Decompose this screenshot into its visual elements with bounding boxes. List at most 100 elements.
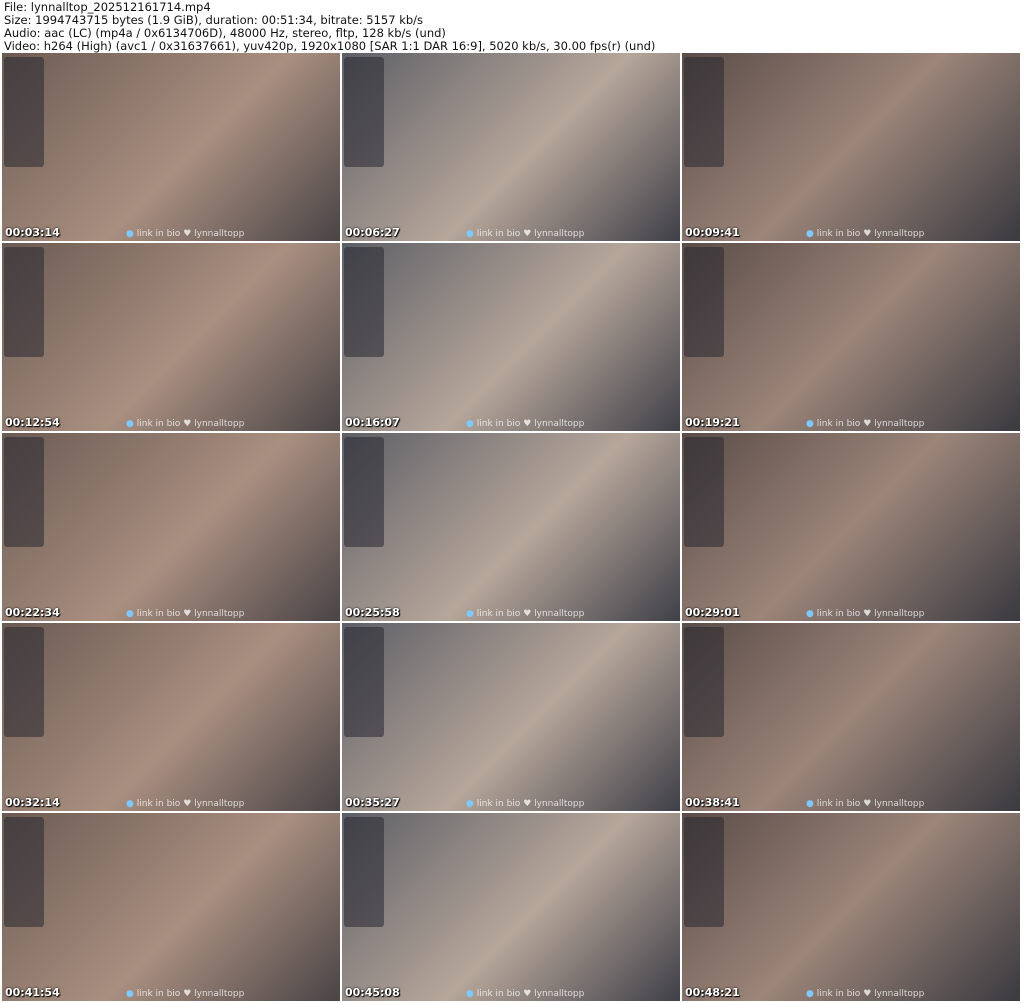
watermark: ● link in bio ♥ lynnalltopp: [126, 609, 244, 619]
heart-icon: ♥: [523, 419, 532, 429]
heart-icon: ♥: [183, 989, 192, 999]
watermark-handle: lynnalltopp: [194, 609, 245, 619]
watermark-link: link in bio: [136, 229, 181, 239]
link-icon: ●: [126, 609, 134, 619]
timestamp: 00:19:21: [685, 416, 740, 429]
watermark: ● link in bio ♥ lynnalltopp: [806, 419, 924, 429]
watermark-link: link in bio: [476, 609, 521, 619]
overlay-panel: [344, 437, 384, 547]
link-icon: ●: [806, 799, 814, 809]
link-icon: ●: [466, 989, 474, 999]
video-thumbnail: 00:19:21 ● link in bio ♥ lynnalltopp: [682, 243, 1020, 431]
watermark-link: link in bio: [136, 419, 181, 429]
watermark: ● link in bio ♥ lynnalltopp: [466, 989, 584, 999]
timestamp: 00:03:14: [5, 226, 60, 239]
watermark: ● link in bio ♥ lynnalltopp: [126, 989, 244, 999]
timestamp: 00:38:41: [685, 796, 740, 809]
heart-icon: ♥: [183, 229, 192, 239]
watermark: ● link in bio ♥ lynnalltopp: [806, 609, 924, 619]
watermark-link: link in bio: [816, 609, 861, 619]
heart-icon: ♥: [863, 799, 872, 809]
overlay-panel: [4, 437, 44, 547]
watermark: ● link in bio ♥ lynnalltopp: [806, 989, 924, 999]
link-icon: ●: [126, 799, 134, 809]
video-thumbnail: 00:41:54 ● link in bio ♥ lynnalltopp: [2, 813, 340, 1001]
watermark-link: link in bio: [136, 799, 181, 809]
video-thumbnail: 00:35:27 ● link in bio ♥ lynnalltopp: [342, 623, 680, 811]
watermark-handle: lynnalltopp: [194, 799, 245, 809]
video-thumbnail: 00:06:27 ● link in bio ♥ lynnalltopp: [342, 53, 680, 241]
video-thumbnail: 00:22:34 ● link in bio ♥ lynnalltopp: [2, 433, 340, 621]
link-icon: ●: [806, 229, 814, 239]
overlay-panel: [344, 247, 384, 357]
heart-icon: ♥: [523, 799, 532, 809]
link-icon: ●: [806, 989, 814, 999]
timestamp: 00:16:07: [345, 416, 400, 429]
timestamp: 00:35:27: [345, 796, 400, 809]
video-thumbnail: 00:12:54 ● link in bio ♥ lynnalltopp: [2, 243, 340, 431]
link-icon: ●: [466, 419, 474, 429]
video-thumbnail: 00:32:14 ● link in bio ♥ lynnalltopp: [2, 623, 340, 811]
watermark-link: link in bio: [136, 609, 181, 619]
watermark: ● link in bio ♥ lynnalltopp: [466, 799, 584, 809]
watermark: ● link in bio ♥ lynnalltopp: [126, 799, 244, 809]
link-icon: ●: [466, 609, 474, 619]
overlay-panel: [684, 57, 724, 167]
link-icon: ●: [466, 799, 474, 809]
heart-icon: ♥: [863, 609, 872, 619]
watermark: ● link in bio ♥ lynnalltopp: [806, 229, 924, 239]
timestamp: 00:25:58: [345, 606, 400, 619]
video-thumbnail: 00:29:01 ● link in bio ♥ lynnalltopp: [682, 433, 1020, 621]
overlay-panel: [684, 247, 724, 357]
heart-icon: ♥: [523, 229, 532, 239]
timestamp: 00:48:21: [685, 986, 740, 999]
timestamp: 00:22:34: [5, 606, 60, 619]
video-thumbnail: 00:09:41 ● link in bio ♥ lynnalltopp: [682, 53, 1020, 241]
heart-icon: ♥: [183, 609, 192, 619]
watermark-handle: lynnalltopp: [874, 609, 925, 619]
link-icon: ●: [466, 229, 474, 239]
watermark: ● link in bio ♥ lynnalltopp: [466, 229, 584, 239]
overlay-panel: [4, 817, 44, 927]
overlay-panel: [344, 57, 384, 167]
heart-icon: ♥: [863, 989, 872, 999]
watermark: ● link in bio ♥ lynnalltopp: [466, 419, 584, 429]
overlay-panel: [684, 437, 724, 547]
watermark-link: link in bio: [136, 989, 181, 999]
link-icon: ●: [126, 229, 134, 239]
heart-icon: ♥: [523, 609, 532, 619]
video-thumbnail: 00:16:07 ● link in bio ♥ lynnalltopp: [342, 243, 680, 431]
timestamp: 00:06:27: [345, 226, 400, 239]
watermark-handle: lynnalltopp: [874, 989, 925, 999]
watermark-link: link in bio: [476, 799, 521, 809]
watermark-handle: lynnalltopp: [874, 799, 925, 809]
timestamp: 00:12:54: [5, 416, 60, 429]
watermark-link: link in bio: [816, 799, 861, 809]
timestamp: 00:45:08: [345, 986, 400, 999]
timestamp: 00:32:14: [5, 796, 60, 809]
overlay-panel: [344, 627, 384, 737]
video-thumbnail: 00:45:08 ● link in bio ♥ lynnalltopp: [342, 813, 680, 1001]
watermark-link: link in bio: [816, 989, 861, 999]
heart-icon: ♥: [863, 419, 872, 429]
link-icon: ●: [806, 419, 814, 429]
watermark-link: link in bio: [816, 229, 861, 239]
heart-icon: ♥: [523, 989, 532, 999]
timestamp: 00:29:01: [685, 606, 740, 619]
file-info-header: File: lynnalltop_202512161714.mp4 Size: …: [4, 1, 655, 53]
watermark-link: link in bio: [476, 229, 521, 239]
overlay-panel: [4, 247, 44, 357]
thumbnail-grid: 00:03:14 ● link in bio ♥ lynnalltopp 00:06…: [2, 53, 1020, 1001]
video-thumbnail: 00:03:14 ● link in bio ♥ lynnalltopp: [2, 53, 340, 241]
link-icon: ●: [806, 609, 814, 619]
watermark-handle: lynnalltopp: [534, 989, 585, 999]
heart-icon: ♥: [863, 229, 872, 239]
video-thumbnail: 00:38:41 ● link in bio ♥ lynnalltopp: [682, 623, 1020, 811]
video-thumbnail: 00:48:21 ● link in bio ♥ lynnalltopp: [682, 813, 1020, 1001]
timestamp: 00:41:54: [5, 986, 60, 999]
watermark-handle: lynnalltopp: [534, 229, 585, 239]
overlay-panel: [4, 57, 44, 167]
overlay-panel: [344, 817, 384, 927]
overlay-panel: [684, 817, 724, 927]
watermark-handle: lynnalltopp: [194, 419, 245, 429]
